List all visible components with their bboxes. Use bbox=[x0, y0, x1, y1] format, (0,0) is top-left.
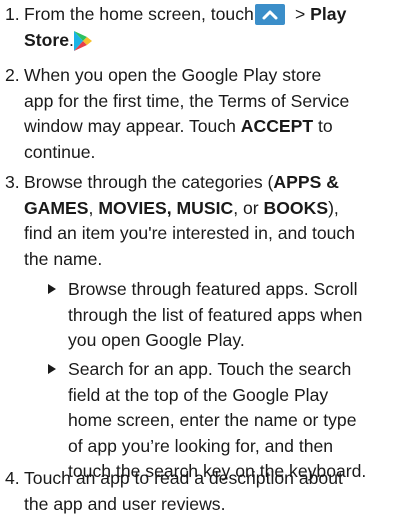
step-text: From the home screen, touch bbox=[24, 4, 254, 24]
step-3-line-2: GAMES, MOVIES, MUSIC, or BOOKS), bbox=[24, 196, 339, 222]
play-store-icon bbox=[73, 30, 93, 57]
bullet-text: Search for an app. Touch the search bbox=[68, 359, 352, 379]
separator: > bbox=[295, 4, 306, 24]
step-text: continue. bbox=[24, 141, 96, 162]
triangle-bullet-icon bbox=[48, 284, 56, 294]
step-text: When you open the Google Play store bbox=[24, 65, 322, 85]
step-text: to bbox=[313, 116, 333, 137]
store-label: Store bbox=[24, 30, 69, 50]
triangle-bullet-icon bbox=[48, 364, 56, 374]
bullet-text: Browse through featured apps. Scroll bbox=[68, 279, 358, 299]
step-3-line-1: Browse through the categories (APPS & bbox=[24, 170, 339, 196]
step-1-line-2: Store. bbox=[24, 28, 74, 54]
step-1-play: > Play bbox=[295, 2, 346, 28]
category-apps-games: APPS & bbox=[273, 172, 339, 192]
step-text: window may appear. Touch bbox=[24, 116, 241, 137]
separator: , or bbox=[233, 197, 264, 218]
step-text: Touch an app to read a description about bbox=[24, 468, 343, 488]
step-text: the app and user reviews. bbox=[24, 493, 226, 514]
step-number: 1. bbox=[5, 4, 20, 24]
step-text: Browse through the categories ( bbox=[24, 172, 274, 192]
category-movies-music: MOVIES, MUSIC bbox=[98, 197, 234, 218]
step-text: app for the first time, the Terms of Ser… bbox=[24, 90, 350, 111]
step-number: 3. bbox=[5, 172, 20, 192]
step-number: 2. bbox=[5, 65, 20, 85]
step-1-line-1: From the home screen, touch bbox=[24, 2, 254, 28]
bullet-text: you open Google Play. bbox=[68, 330, 245, 351]
instruction-document: 1. From the home screen, touch > Play St… bbox=[0, 0, 412, 518]
accept-label: ACCEPT bbox=[240, 116, 314, 137]
step-text: the name. bbox=[24, 248, 103, 269]
category-games: GAMES bbox=[24, 197, 89, 218]
bullet-text: of app you’re looking for, and then bbox=[68, 435, 334, 456]
punctuation: ), bbox=[328, 197, 339, 218]
bullet-text: home screen, enter the name or type bbox=[68, 410, 357, 431]
step-number: 4. bbox=[5, 468, 20, 488]
bullet-text: through the list of featured apps when bbox=[68, 304, 363, 325]
category-books: BOOKS bbox=[263, 197, 329, 218]
separator: , bbox=[88, 197, 99, 218]
step-text: find an item you're interested in, and t… bbox=[24, 223, 355, 244]
step-2-line-3: window may appear. Touch ACCEPT to bbox=[24, 114, 333, 140]
chevron-up-icon bbox=[255, 4, 285, 25]
play-label: Play bbox=[310, 4, 347, 24]
bullet-text: field at the top of the Google Play bbox=[68, 384, 329, 405]
